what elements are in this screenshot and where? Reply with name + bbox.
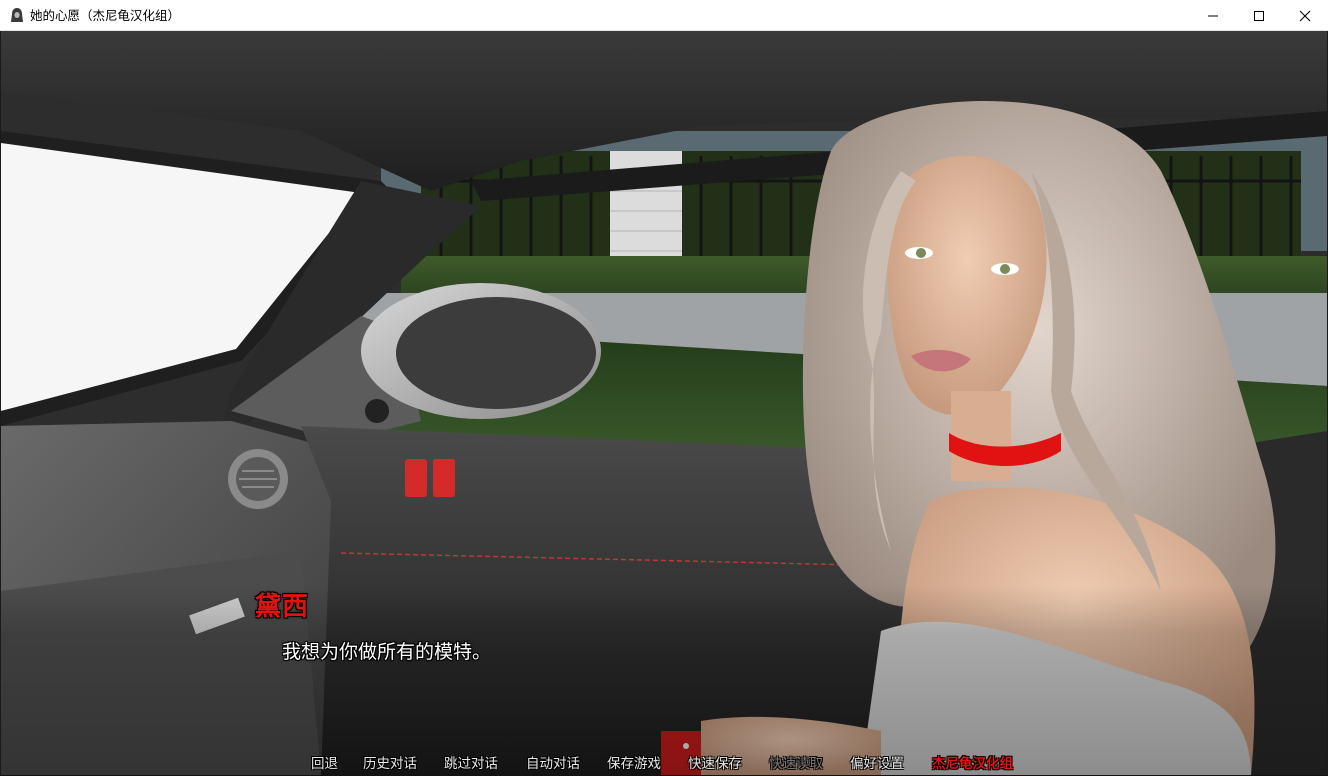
preferences-button[interactable]: 偏好设置	[850, 753, 904, 775]
hooded-figure-icon	[11, 8, 23, 22]
history-button[interactable]: 历史对话	[363, 753, 417, 775]
translator-credit-button[interactable]: 杰尼龟汉化组	[932, 753, 1013, 775]
close-button[interactable]	[1282, 0, 1328, 31]
maximize-icon	[1254, 11, 1264, 21]
game-window: 她的心愿（杰尼龟汉化组） 黛西 我想为你做所有的模特。 回退 历史对话 跳过对话…	[0, 0, 1328, 776]
title-bar: 她的心愿（杰尼龟汉化组）	[0, 0, 1328, 31]
window-title: 她的心愿（杰尼龟汉化组）	[30, 8, 181, 23]
close-icon	[1299, 10, 1311, 22]
dialogue-box[interactable]	[1, 585, 1327, 776]
maximize-button[interactable]	[1236, 0, 1282, 31]
speaker-name: 黛西	[255, 592, 310, 622]
quick-save-button[interactable]: 快速保存	[688, 753, 742, 775]
minimize-button[interactable]	[1190, 0, 1236, 31]
rollback-button[interactable]: 回退	[311, 753, 338, 775]
skip-button[interactable]: 跳过对话	[444, 753, 498, 775]
save-button[interactable]: 保存游戏	[607, 753, 661, 775]
quick-load-button[interactable]: 快速读取	[769, 753, 823, 775]
auto-button[interactable]: 自动对话	[526, 753, 580, 775]
minimize-icon	[1208, 15, 1218, 17]
quick-menu: 回退 历史对话 跳过对话 自动对话 保存游戏 快速保存 快速读取 偏好设置 杰尼…	[0, 753, 1328, 775]
dialogue-text: 我想为你做所有的模特。	[282, 641, 492, 663]
